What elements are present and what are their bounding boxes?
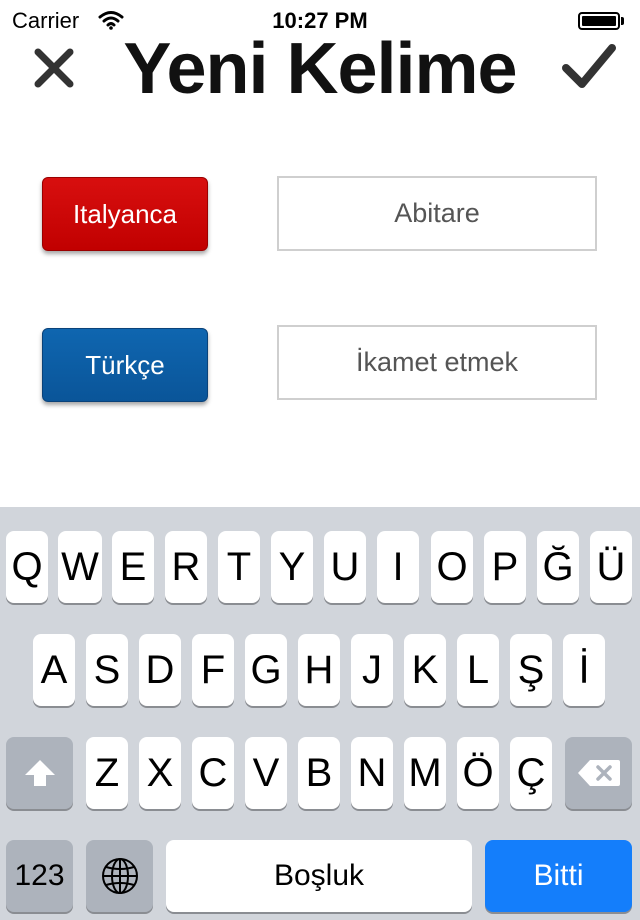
- numbers-key[interactable]: 123: [6, 840, 73, 912]
- key-t[interactable]: T: [218, 531, 260, 603]
- checkmark-icon: [562, 44, 616, 88]
- key-i[interactable]: I: [377, 531, 419, 603]
- key-p[interactable]: P: [484, 531, 526, 603]
- backspace-key[interactable]: [565, 737, 632, 809]
- confirm-button[interactable]: [562, 42, 616, 90]
- key-n[interactable]: N: [351, 737, 393, 809]
- key-y[interactable]: Y: [271, 531, 313, 603]
- key-d[interactable]: D: [139, 634, 181, 706]
- source-language-label: Italyanca: [72, 198, 178, 229]
- key-z[interactable]: Z: [86, 737, 128, 809]
- target-word-input[interactable]: [277, 325, 597, 400]
- key-h[interactable]: H: [298, 634, 340, 706]
- key-b[interactable]: B: [298, 737, 340, 809]
- key-s[interactable]: S: [86, 634, 128, 706]
- key-l[interactable]: L: [457, 634, 499, 706]
- key-m[interactable]: M: [404, 737, 446, 809]
- target-language-button[interactable]: Türkçe: [42, 328, 208, 402]
- battery-tip: [621, 17, 624, 25]
- key-s-cedilla[interactable]: Ş: [510, 634, 552, 706]
- key-j[interactable]: J: [351, 634, 393, 706]
- key-r[interactable]: R: [165, 531, 207, 603]
- key-c[interactable]: C: [192, 737, 234, 809]
- key-v[interactable]: V: [245, 737, 287, 809]
- key-o-umlaut[interactable]: Ö: [457, 737, 499, 809]
- globe-key[interactable]: [86, 840, 153, 912]
- key-e[interactable]: E: [112, 531, 154, 603]
- done-key[interactable]: Bitti: [485, 840, 632, 912]
- key-x[interactable]: X: [139, 737, 181, 809]
- source-language-button[interactable]: Italyanca: [42, 177, 208, 251]
- shift-icon: [24, 760, 55, 786]
- key-c-cedilla[interactable]: Ç: [510, 737, 552, 809]
- key-u-umlaut[interactable]: Ü: [590, 531, 632, 603]
- key-u[interactable]: U: [324, 531, 366, 603]
- key-k[interactable]: K: [404, 634, 446, 706]
- key-w[interactable]: W: [58, 531, 102, 603]
- source-word-input[interactable]: [277, 176, 597, 251]
- page-title: Yeni Kelime: [123, 29, 517, 109]
- key-g-breve[interactable]: Ğ: [537, 531, 579, 603]
- key-f[interactable]: F: [192, 634, 234, 706]
- globe-icon: [101, 858, 138, 894]
- key-o[interactable]: O: [431, 531, 473, 603]
- keyboard: Q W E R T Y U I O P Ğ Ü A S D F G H J K …: [0, 507, 640, 920]
- key-q[interactable]: Q: [6, 531, 48, 603]
- space-key[interactable]: Boşluk: [166, 840, 472, 912]
- target-language-label: Türkçe: [85, 349, 165, 380]
- key-a[interactable]: A: [33, 634, 75, 706]
- backspace-icon: [577, 760, 620, 786]
- key-dotted-i[interactable]: İ: [563, 634, 605, 706]
- key-g[interactable]: G: [245, 634, 287, 706]
- shift-key[interactable]: [6, 737, 73, 809]
